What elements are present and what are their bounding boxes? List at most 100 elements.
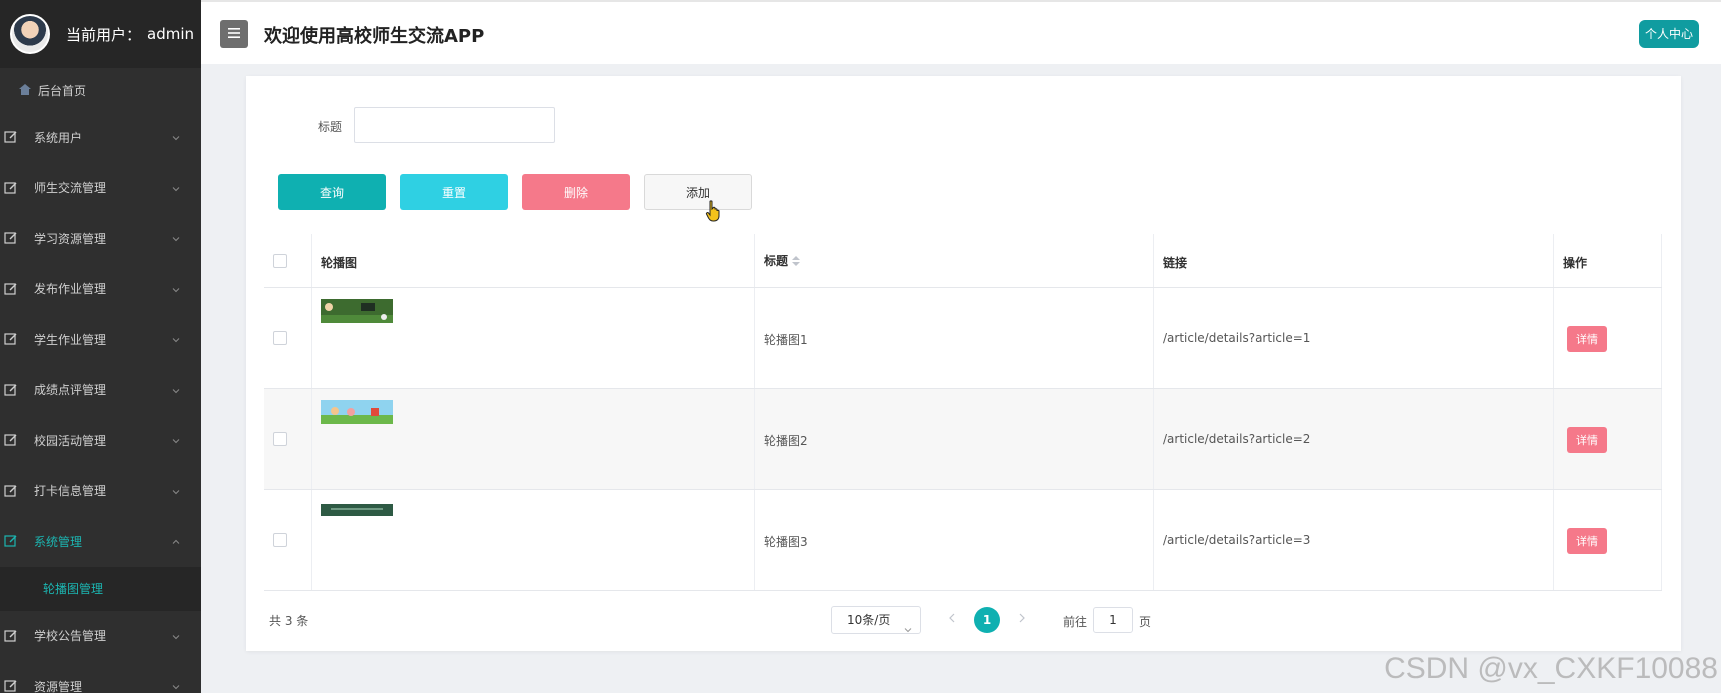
chevron-down-icon xyxy=(171,681,181,691)
sidebar-item-announcements[interactable]: 学校公告管理 xyxy=(0,611,201,662)
chevron-down-icon xyxy=(171,486,181,496)
chevron-down-icon xyxy=(171,631,181,641)
personal-center-button[interactable]: 个人中心 xyxy=(1638,20,1699,48)
sidebar-item-label: 学校公告管理 xyxy=(34,629,107,644)
detail-button[interactable]: 详情 xyxy=(1567,326,1607,352)
row-link: /article/details?article=1 xyxy=(1163,331,1311,345)
sidebar-item-label: 校园活动管理 xyxy=(34,433,107,448)
sidebar-item-label: 成绩点评管理 xyxy=(34,383,107,398)
column-header-image: 轮播图 xyxy=(321,256,358,270)
prev-page-button[interactable] xyxy=(946,611,958,625)
delete-button[interactable]: 删除 xyxy=(522,174,630,210)
edit-icon xyxy=(4,433,18,447)
edit-icon xyxy=(4,383,18,397)
row-checkbox[interactable] xyxy=(273,432,287,446)
sidebar-item-grade-review[interactable]: 成绩点评管理 xyxy=(0,365,201,416)
edit-icon xyxy=(4,679,18,693)
row-link: /article/details?article=3 xyxy=(1163,533,1311,547)
page-number-button[interactable]: 1 xyxy=(974,607,1000,633)
chevron-down-icon xyxy=(171,284,181,294)
page-size-select[interactable]: 10条/页 xyxy=(831,606,921,634)
row-checkbox[interactable] xyxy=(273,331,287,345)
sidebar-item-label: 系统管理 xyxy=(34,534,83,549)
row-checkbox[interactable] xyxy=(273,533,287,547)
sidebar-item-home[interactable]: 后台首页 xyxy=(0,68,201,112)
select-all-checkbox[interactable] xyxy=(273,254,287,268)
user-box: 当前用户： admin xyxy=(0,0,201,68)
chevron-down-icon xyxy=(171,183,181,193)
edit-icon xyxy=(4,181,18,195)
edit-icon xyxy=(4,534,18,548)
column-header-title-text: 标题 xyxy=(764,254,789,268)
sidebar-item-resources[interactable]: 学习资源管理 xyxy=(0,213,201,264)
edit-icon xyxy=(4,484,18,498)
row-title: 轮播图3 xyxy=(764,535,808,549)
total-count: 共 3 条 xyxy=(269,614,309,628)
table-row: 轮播图1 /article/details?article=1 详情 xyxy=(264,288,1662,389)
column-header-action: 操作 xyxy=(1563,256,1588,270)
edit-icon xyxy=(4,332,18,346)
sidebar-item-label: 发布作业管理 xyxy=(34,282,107,297)
sidebar-item-label: 系统用户 xyxy=(34,130,83,145)
sidebar-item-homework-publish[interactable]: 发布作业管理 xyxy=(0,264,201,315)
table-row: 轮播图2 /article/details?article=2 详情 xyxy=(264,389,1662,490)
edit-icon xyxy=(4,629,18,643)
carousel-thumbnail xyxy=(321,504,393,516)
edit-icon xyxy=(4,231,18,245)
row-title: 轮播图1 xyxy=(764,333,808,347)
add-button[interactable]: 添加 xyxy=(644,174,752,210)
sidebar-item-resource-management[interactable]: 资源管理 xyxy=(0,661,201,693)
chevron-down-icon xyxy=(904,617,912,633)
next-page-button[interactable] xyxy=(1016,611,1028,625)
sidebar-item-label: 学习资源管理 xyxy=(34,231,107,246)
detail-button[interactable]: 详情 xyxy=(1567,427,1607,453)
top-header: 欢迎使用高校师生交流APP 个人中心 xyxy=(201,0,1721,64)
sidebar: 当前用户： admin 后台首页 系统用户 师生交流管理 学习资源管理 发布作业… xyxy=(0,0,201,693)
sidebar-item-label: 资源管理 xyxy=(34,679,83,693)
watermark: CSDN @vx_CXKF10088 xyxy=(1384,652,1718,685)
menu-toggle-button[interactable] xyxy=(220,20,248,48)
hamburger-icon xyxy=(228,27,240,42)
sidebar-item-campus-activity[interactable]: 校园活动管理 xyxy=(0,415,201,466)
sort-icon[interactable] xyxy=(792,255,801,269)
hand-cursor-icon xyxy=(705,200,723,222)
sidebar-item-communication[interactable]: 师生交流管理 xyxy=(0,163,201,214)
current-user-label: 当前用户： xyxy=(66,25,142,44)
detail-button[interactable]: 详情 xyxy=(1567,528,1607,554)
chevron-down-icon xyxy=(171,435,181,445)
search-title-label: 标题 xyxy=(318,120,343,134)
table-row: 轮播图3 /article/details?article=3 详情 xyxy=(264,490,1662,591)
avatar xyxy=(10,14,50,54)
sidebar-item-system-management[interactable]: 系统管理 xyxy=(0,516,201,567)
column-header-link: 链接 xyxy=(1163,256,1188,270)
sidebar-item-label: 打卡信息管理 xyxy=(34,484,107,499)
reset-button[interactable]: 重置 xyxy=(400,174,508,210)
sidebar-item-checkin[interactable]: 打卡信息管理 xyxy=(0,466,201,517)
carousel-table: 轮播图 标题 链接 操作 轮播图1 /article/details?artic… xyxy=(264,234,1662,591)
goto-page-input[interactable]: 1 xyxy=(1093,607,1133,633)
current-user-name: admin xyxy=(147,25,195,43)
sidebar-item-label: 轮播图管理 xyxy=(43,582,104,596)
sidebar-item-student-homework[interactable]: 学生作业管理 xyxy=(0,314,201,365)
row-title: 轮播图2 xyxy=(764,434,808,448)
column-header-title[interactable]: 标题 xyxy=(764,252,801,269)
chevron-down-icon xyxy=(171,334,181,344)
sidebar-item-label: 后台首页 xyxy=(38,83,87,98)
chevron-down-icon xyxy=(171,233,181,243)
sidebar-subitem-carousel[interactable]: 轮播图管理 xyxy=(0,566,201,611)
page-title: 欢迎使用高校师生交流APP xyxy=(264,26,485,47)
home-icon xyxy=(18,83,32,97)
table-header-row: 轮播图 标题 链接 操作 xyxy=(264,234,1662,288)
sidebar-item-label: 师生交流管理 xyxy=(34,181,107,196)
carousel-thumbnail xyxy=(321,400,393,424)
content-card: 标题 查询 重置 删除 添加 轮播图 标题 链接 操作 轮播图1 /articl… xyxy=(246,76,1681,651)
search-title-input[interactable] xyxy=(354,107,555,143)
edit-icon xyxy=(4,282,18,296)
goto-label: 前往 xyxy=(1063,615,1088,629)
goto-suffix: 页 xyxy=(1139,615,1152,629)
edit-icon xyxy=(4,130,18,144)
query-button[interactable]: 查询 xyxy=(278,174,386,210)
sidebar-item-system-users[interactable]: 系统用户 xyxy=(0,112,201,163)
chevron-down-icon xyxy=(171,385,181,395)
page-size-value: 10条/页 xyxy=(847,613,891,627)
